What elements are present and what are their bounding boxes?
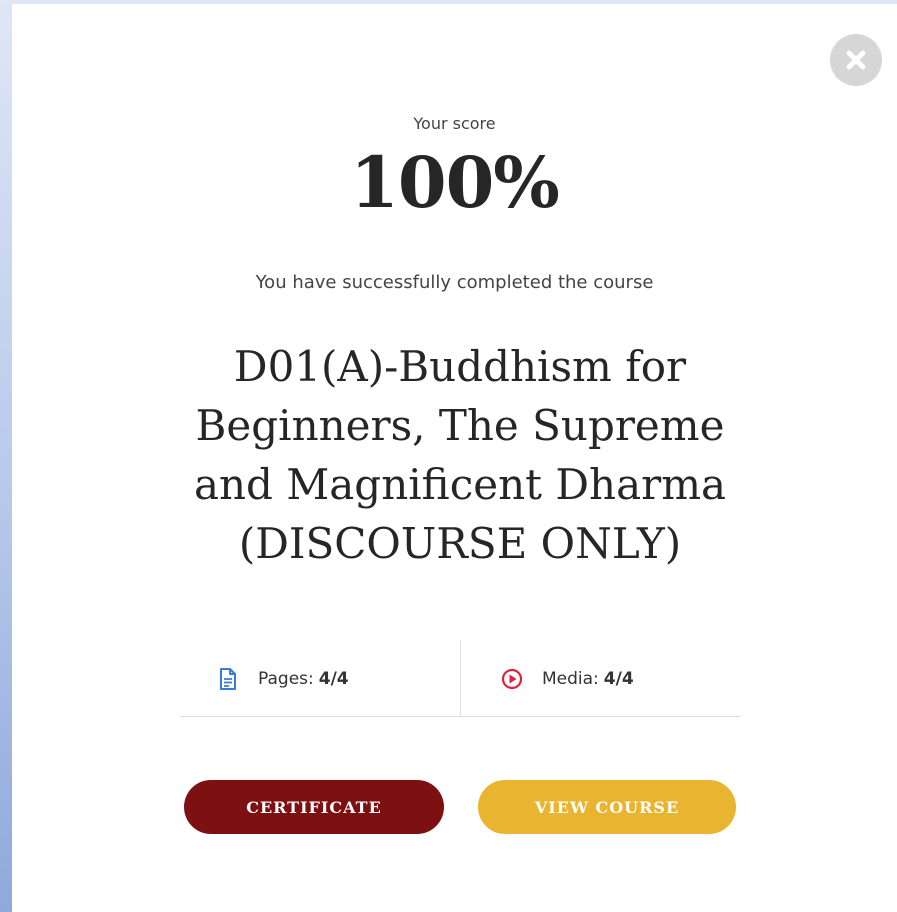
course-stats: Pages: 4/4 Media: 4/4: [180, 640, 741, 717]
pages-value: 4/4: [318, 669, 349, 689]
completion-message: You have successfully completed the cour…: [255, 272, 654, 293]
score-value: 100%: [350, 141, 560, 224]
course-completion-modal: Your score 100% You have successfully co…: [12, 4, 897, 912]
close-x-icon: [846, 50, 866, 70]
media-value: 4/4: [603, 669, 634, 689]
course-title: D01(A)-Buddhism for Beginners, The Supre…: [193, 342, 727, 568]
pages-stat: Pages: 4/4: [216, 667, 349, 691]
media-stat: Media: 4/4: [500, 667, 634, 691]
pages-label: Pages:: [258, 669, 314, 689]
document-icon: [216, 667, 240, 691]
score-label: Your score: [413, 114, 496, 133]
certificate-button[interactable]: CERTIFICATE: [184, 780, 444, 834]
stats-divider: [460, 640, 461, 716]
play-circle-icon: [500, 667, 524, 691]
media-label: Media:: [542, 669, 599, 689]
view-course-button[interactable]: VIEW COURSE: [478, 780, 736, 834]
close-button[interactable]: [830, 34, 882, 86]
